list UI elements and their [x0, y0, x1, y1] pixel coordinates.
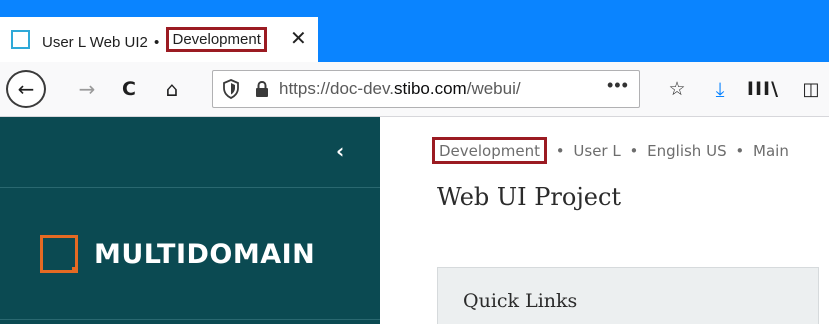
home-icon: ⌂	[165, 77, 179, 101]
app-sidebar: ‹ MULTIDOMAIN	[0, 117, 380, 324]
browser-tab[interactable]: User L Web UI2 • Development ✕	[0, 17, 318, 62]
quick-links-panel: Quick Links	[437, 267, 819, 324]
url-domain: stibo.com	[393, 79, 467, 98]
back-button[interactable]: ←	[6, 70, 46, 108]
multidomain-logo-icon	[40, 235, 78, 273]
multidomain-logo: MULTIDOMAIN	[40, 235, 315, 273]
reload-button[interactable]: C	[116, 70, 142, 108]
url-suffix: /webui/	[466, 79, 521, 98]
forward-button[interactable]: →	[74, 70, 100, 108]
breadcrumb-separator: •	[735, 142, 745, 160]
more-icon[interactable]: •••	[607, 75, 629, 96]
breadcrumb-separator: •	[629, 142, 639, 160]
reload-icon: C	[122, 78, 136, 100]
bookmark-star-icon: ☆	[668, 78, 686, 100]
lock-icon[interactable]	[255, 80, 269, 98]
browser-navigation-bar: ← → C ⌂ https://doc-dev.stibo.com/webui/…	[0, 62, 829, 117]
page-title: Web UI Project	[437, 183, 622, 211]
bookmark-button[interactable]: ☆	[664, 70, 690, 108]
url-text[interactable]: https://doc-dev.stibo.com/webui/	[279, 79, 521, 99]
tab-title-prefix: User L Web UI2	[42, 34, 148, 51]
library-button[interactable]: III\	[746, 70, 780, 108]
library-icon: III\	[746, 78, 780, 100]
download-icon: ⤓	[715, 77, 725, 101]
tab-title-separator: •	[154, 34, 160, 51]
sidebar-divider	[0, 319, 380, 320]
sidebars-button[interactable]: ◫	[796, 70, 826, 108]
breadcrumb-language[interactable]: English US	[647, 142, 726, 160]
forward-arrow-icon: →	[78, 77, 96, 101]
main-content: Development • User L • English US • Main…	[380, 117, 829, 324]
breadcrumb-separator: •	[555, 142, 565, 160]
logo-text: MULTIDOMAIN	[94, 238, 316, 270]
sidebar-icon: ◫	[802, 78, 820, 100]
close-icon[interactable]: ✕	[290, 28, 307, 50]
breadcrumb-workspace[interactable]: Main	[753, 142, 789, 160]
home-button[interactable]: ⌂	[158, 70, 186, 108]
breadcrumb-user[interactable]: User L	[573, 142, 620, 160]
url-bar[interactable]: https://doc-dev.stibo.com/webui/ •••	[212, 70, 640, 108]
quick-links-title: Quick Links	[463, 290, 578, 312]
browser-tab-strip: User L Web UI2 • Development ✕	[0, 0, 829, 62]
chevron-left-icon[interactable]: ‹	[336, 139, 344, 163]
tab-environment-highlight: Development	[166, 27, 267, 52]
tab-favicon-icon	[11, 30, 30, 49]
tab-title: User L Web UI2 • Development	[42, 27, 267, 55]
breadcrumb: Development • User L • English US • Main	[432, 137, 789, 164]
url-prefix: https://doc-dev.	[279, 79, 394, 98]
download-button[interactable]: ⤓	[707, 70, 733, 108]
shield-icon[interactable]	[223, 79, 239, 99]
breadcrumb-environment[interactable]: Development	[432, 137, 547, 164]
back-arrow-icon: ←	[17, 77, 35, 101]
sidebar-divider	[0, 187, 380, 188]
